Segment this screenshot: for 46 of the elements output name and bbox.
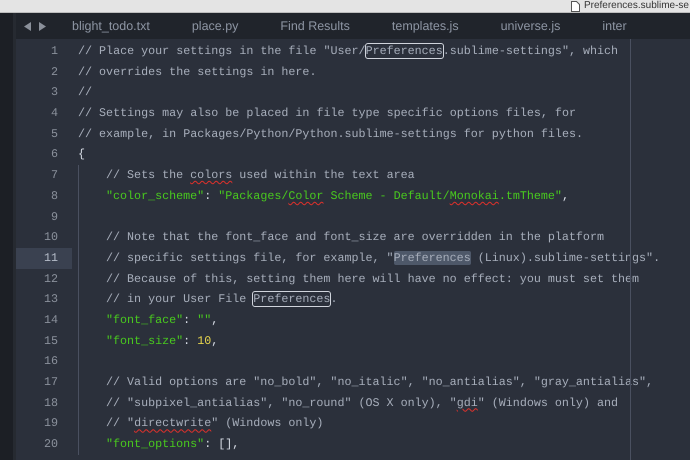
code-line: "font_size": 10, (78, 330, 218, 352)
line-number: 13 (42, 291, 59, 308)
line-number: 12 (42, 270, 59, 288)
line-number: 1 (50, 43, 59, 60)
window-title: Preferences.sublime-se (584, 0, 689, 12)
line-number: 9 (50, 208, 59, 226)
code-line: // Place your settings in the file "User/Preferences.sublime-settings", which (78, 43, 618, 60)
line-number: 18 (42, 394, 59, 412)
line-number: 5 (50, 126, 59, 143)
line-number: 2 (50, 64, 59, 81)
line-number: 17 (42, 374, 59, 391)
code-line: // specific settings file, for example, "Preferences (Linux).sublime-settings". (78, 248, 660, 269)
line-number: 16 (42, 353, 59, 370)
line-number: 8 (50, 188, 59, 205)
code-line: { (78, 146, 86, 164)
line-number: 4 (50, 105, 59, 122)
tab[interactable]: Find Results (262, 13, 374, 39)
tab[interactable]: inter (584, 13, 651, 39)
tab[interactable]: templates.js (374, 13, 483, 39)
code-line: // overrides the settings in here. (78, 64, 316, 81)
code-line: // "directwrite" (Windows only) (78, 413, 324, 434)
code-line: // Sets the colors used within the text area (78, 165, 415, 186)
code-line: "color_scheme": "Packages/Color Scheme - Default/Monokai.tmTheme", (78, 186, 569, 206)
line-number: 14 (42, 312, 59, 329)
line-number: 6 (50, 146, 59, 164)
code-line: // "subpixel_antialias", "no_round" (OS X only), "gdi" (Windows only) and (78, 392, 618, 414)
line-number: 7 (50, 167, 59, 184)
right-arrow-icon[interactable] (39, 22, 46, 30)
line-number: 11 (16, 248, 72, 269)
tab[interactable]: blight_todo.txt (64, 13, 174, 39)
tab[interactable]: universe.js (482, 13, 584, 39)
code-line: // example, in Packages/Python/Python.sublime-settings for python files. (78, 126, 583, 143)
code-line: // in your User File Preferences. (78, 289, 338, 310)
line-number: 20 (42, 436, 59, 454)
code-line: // Settings may also be placed in file type specific options files, for (78, 105, 576, 122)
code-line: "font_face": "", (78, 310, 218, 331)
code-line: // Note that the font_face and font_size are overridden in the platform (78, 227, 604, 248)
line-number: 15 (42, 332, 59, 350)
tab[interactable]: place.py (174, 13, 262, 39)
left-arrow-icon[interactable] (24, 22, 31, 30)
line-number: 19 (42, 415, 59, 432)
code-line: "font_options": [], (78, 434, 240, 455)
line-number: 10 (42, 229, 59, 246)
code-line: // (78, 84, 92, 102)
line-number: 3 (50, 84, 59, 102)
document-icon (570, 0, 580, 12)
